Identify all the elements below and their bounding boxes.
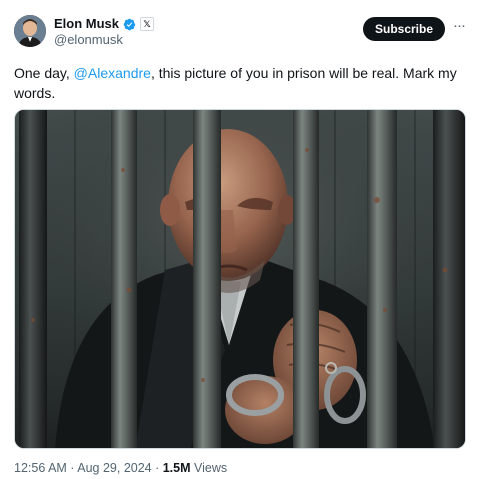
tweet-image[interactable] <box>14 109 466 449</box>
tweet-text: One day, @Alexandre, this picture of you… <box>14 63 466 103</box>
mention-link[interactable]: @Alexandre <box>74 65 151 81</box>
x-logo-icon[interactable]: 𝕏 <box>140 17 155 31</box>
author-handle[interactable]: @elonmusk <box>54 32 123 48</box>
tweet-date[interactable]: Aug 29, 2024 <box>77 461 151 475</box>
tweet-text-before: One day, <box>14 65 74 81</box>
views-count[interactable]: 1.5M <box>163 461 191 475</box>
avatar[interactable] <box>14 15 46 47</box>
tweet-time[interactable]: 12:56 AM <box>14 461 67 475</box>
verified-check-icon <box>123 18 136 30</box>
meta-separator: · <box>66 461 78 475</box>
more-options-icon[interactable]: ··· <box>449 16 469 38</box>
prison-photo <box>15 110 465 448</box>
author-name-row: Elon Musk 𝕏 <box>54 15 155 33</box>
avatar-image <box>14 15 46 47</box>
tweet: Elon Musk 𝕏 @elonmusk Subscribe ··· One … <box>0 0 482 479</box>
author-name[interactable]: Elon Musk <box>54 15 119 33</box>
views-label: Views <box>190 461 228 475</box>
meta-separator-2: · <box>151 461 163 475</box>
subscribe-button[interactable]: Subscribe <box>363 17 445 41</box>
tweet-meta: 12:56 AM · Aug 29, 2024 · 1.5M Views <box>14 460 227 476</box>
